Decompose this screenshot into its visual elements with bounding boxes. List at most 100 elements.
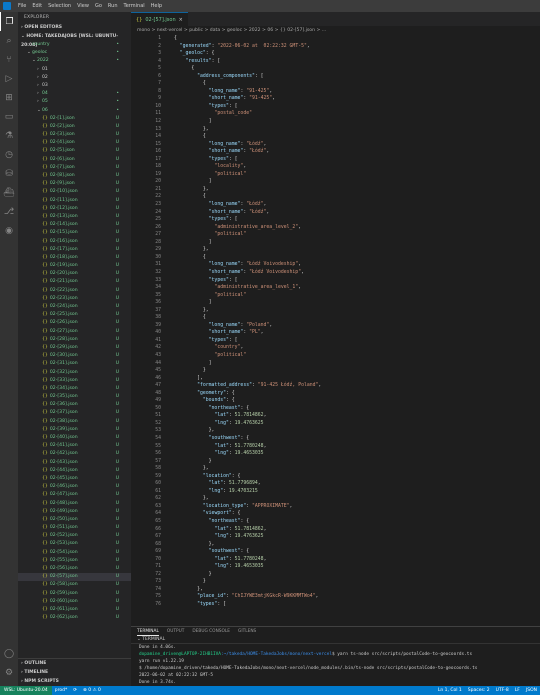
workspace-section[interactable]: ⌄ HOME: TAKEDAJOBS [WSL: UBUNTU-20.04] — [18, 32, 131, 48]
remote-indicator[interactable]: WSL: Ubuntu-20.04 — [0, 686, 52, 695]
file-item[interactable]: {} 02-[40].json U — [18, 434, 131, 442]
file-item[interactable]: {} 02-[37].json U — [18, 409, 131, 417]
file-item[interactable]: {} 02-[60].json U — [18, 598, 131, 606]
menu-item-view[interactable]: View — [74, 0, 92, 12]
file-item[interactable]: {} 02-[52].json U — [18, 532, 131, 540]
database-icon[interactable]: ⛁ — [0, 164, 18, 183]
menu-item-help[interactable]: Help — [148, 0, 165, 12]
file-item[interactable]: {} 02-[4].json U — [18, 139, 131, 147]
tree-folder[interactable]: › country • — [18, 41, 131, 49]
panel-tab-terminal[interactable]: TERMINAL — [137, 627, 159, 636]
files-icon[interactable]: ❐ — [0, 12, 18, 31]
file-item[interactable]: {} 02-[47].json U — [18, 491, 131, 499]
docker-icon[interactable]: ⛴ — [0, 183, 18, 202]
file-item[interactable]: {} 02-[50].json U — [18, 516, 131, 524]
file-item[interactable]: {} 02-[7].json U — [18, 164, 131, 172]
file-item[interactable]: {} 02-[21].json U — [18, 278, 131, 286]
extensions-icon[interactable]: ⊞ — [0, 88, 18, 107]
file-item[interactable]: {} 02-[3].json U — [18, 131, 131, 139]
status-item[interactable]: UTF-8 — [493, 688, 512, 693]
file-item[interactable]: {} 02-[42].json U — [18, 450, 131, 458]
tree-folder[interactable]: › 05 • — [18, 98, 131, 106]
file-item[interactable]: {} 02-[20].json U — [18, 270, 131, 278]
file-item[interactable]: {} 02-[49].json U — [18, 508, 131, 516]
file-item[interactable]: {} 02-[43].json U — [18, 459, 131, 467]
run-debug-icon[interactable]: ▷ — [0, 69, 18, 88]
file-item[interactable]: {} 02-[44].json U — [18, 467, 131, 475]
file-item[interactable]: {} 02-[24].json U — [18, 303, 131, 311]
menu-item-terminal[interactable]: Terminal — [121, 0, 148, 12]
tree-folder[interactable]: ⌄06 • — [18, 107, 131, 115]
file-item[interactable]: {} 02-[11].json U — [18, 197, 131, 205]
file-item[interactable]: {} 02-[9].json U — [18, 180, 131, 188]
tree-folder[interactable]: › 04 • — [18, 90, 131, 98]
file-item[interactable]: {} 02-[18].json U — [18, 254, 131, 262]
file-item[interactable]: {} 02-[19].json U — [18, 262, 131, 270]
file-item[interactable]: {} 02-[57].json U — [18, 573, 131, 582]
file-item[interactable]: {} 02-[31].json U — [18, 360, 131, 368]
status-item[interactable]: LF — [512, 688, 523, 693]
file-item[interactable]: {} 02-[54].json U — [18, 549, 131, 557]
section-npm-scripts[interactable]: › NPM SCRIPTS — [18, 677, 131, 686]
file-item[interactable]: {} 02-[38].json U — [18, 418, 131, 426]
file-item[interactable]: {} 02-[45].json U — [18, 475, 131, 483]
file-item[interactable]: {} 02-[10].json U — [18, 188, 131, 196]
remote-explorer-icon[interactable]: ▭ — [0, 107, 18, 126]
close-tab-icon[interactable]: × — [179, 17, 183, 23]
git-graph-icon[interactable]: ⎇ — [0, 202, 18, 221]
file-item[interactable]: {} 02-[59].json U — [18, 590, 131, 598]
git-branch[interactable]: prod* — [52, 688, 70, 693]
file-item[interactable]: {} 02-[22].json U — [18, 287, 131, 295]
file-item[interactable]: {} 02-[32].json U — [18, 369, 131, 377]
tree-folder[interactable]: ⌄geoloc • — [18, 49, 131, 57]
file-item[interactable]: {} 02-[6].json U — [18, 156, 131, 164]
file-item[interactable]: {} 02-[2].json U — [18, 123, 131, 131]
manage-gear-icon[interactable]: ⚙ — [0, 663, 18, 682]
file-item[interactable]: {} 02-[12].json U — [18, 205, 131, 213]
tree-folder[interactable]: ⌄2022 • — [18, 57, 131, 65]
file-item[interactable]: {} 02-[25].json U — [18, 311, 131, 319]
status-item[interactable]: Spaces: 2 — [465, 688, 493, 693]
problems-count[interactable]: ⊗ 0 ⚠ 0 — [80, 688, 104, 693]
editor-tab-active[interactable]: {} 02-[57].json × — [131, 12, 188, 26]
file-item[interactable]: {} 02-[29].json U — [18, 344, 131, 352]
file-item[interactable]: {} 02-[26].json U — [18, 319, 131, 327]
section-timeline[interactable]: › TIMELINE — [18, 668, 131, 677]
menu-item-selection[interactable]: Selection — [45, 0, 74, 12]
file-item[interactable]: {} 02-[16].json U — [18, 238, 131, 246]
file-item[interactable]: {} 02-[53].json U — [18, 540, 131, 548]
file-item[interactable]: {} 02-[61].json U — [18, 606, 131, 614]
menu-item-go[interactable]: Go — [92, 0, 105, 12]
panel-tab-gitlens[interactable]: GITLENS — [238, 627, 256, 636]
file-item[interactable]: {} 02-[33].json U — [18, 377, 131, 385]
file-item[interactable]: {} 02-[35].json U — [18, 393, 131, 401]
tree-folder[interactable]: › 03 — [18, 82, 131, 90]
file-item[interactable]: {} 02-[36].json U — [18, 401, 131, 409]
menu-item-edit[interactable]: Edit — [29, 0, 45, 12]
file-item[interactable]: {} 02-[28].json U — [18, 336, 131, 344]
file-item[interactable]: {} 02-[58].json U — [18, 581, 131, 589]
open-editors-section[interactable]: › OPEN EDITORS — [18, 23, 131, 32]
menu-item-file[interactable]: File — [15, 0, 29, 12]
tree-folder[interactable]: › 01 — [18, 66, 131, 74]
file-item[interactable]: {} 02-[17].json U — [18, 246, 131, 254]
search-icon[interactable]: ⌕ — [0, 31, 18, 50]
file-item[interactable]: {} 02-[51].json U — [18, 524, 131, 532]
menu-item-run[interactable]: Run — [105, 0, 121, 12]
breadcrumb[interactable]: mono > next-vercel > public > data > geo… — [131, 26, 540, 35]
file-item[interactable]: {} 02-[5].json U — [18, 147, 131, 155]
file-item[interactable]: {} 02-[62].json U — [18, 614, 131, 622]
copilot-icon[interactable]: ◉ — [0, 221, 18, 240]
file-item[interactable]: {} 02-[15].json U — [18, 229, 131, 237]
status-item[interactable]: Ln 1, Col 1 — [435, 688, 465, 693]
timeline-icon[interactable]: ◷ — [0, 145, 18, 164]
file-item[interactable]: {} 02-[56].json U — [18, 565, 131, 573]
file-item[interactable]: {} 02-[8].json U — [18, 172, 131, 180]
file-item[interactable]: {} 02-[46].json U — [18, 483, 131, 491]
file-item[interactable]: {} 02-[34].json U — [18, 385, 131, 393]
file-item[interactable]: {} 02-[14].json U — [18, 221, 131, 229]
panel-tab-output[interactable]: OUTPUT — [167, 627, 185, 636]
file-item[interactable]: {} 02-[1].json U — [18, 115, 131, 123]
file-item[interactable]: {} 02-[30].json U — [18, 352, 131, 360]
file-item[interactable]: {} 02-[13].json U — [18, 213, 131, 221]
